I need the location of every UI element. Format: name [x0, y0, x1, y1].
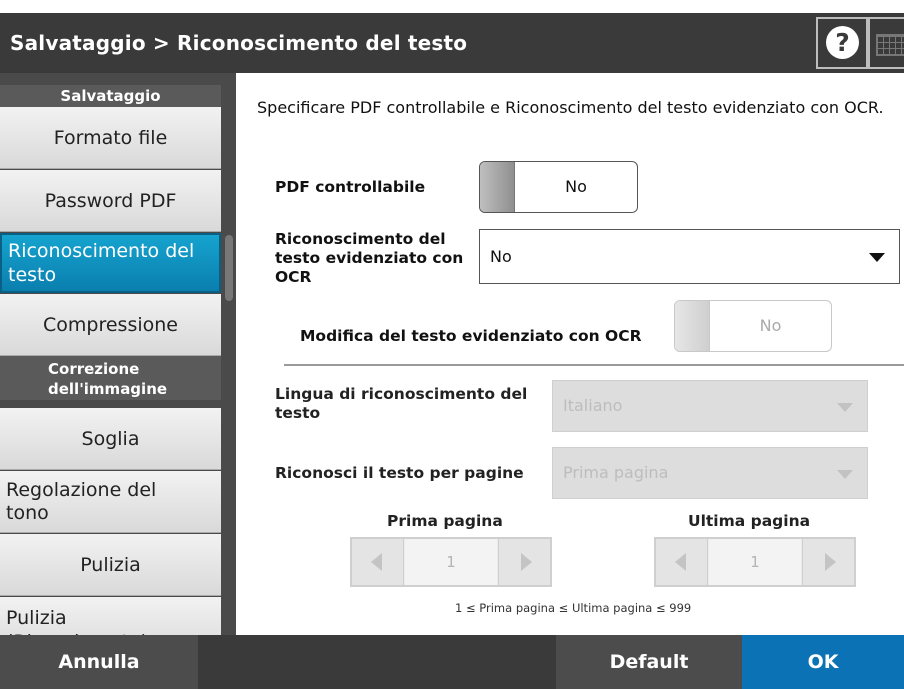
sidebar: Salvataggio Formato file Password PDF Ri… [0, 73, 236, 635]
first-page-value[interactable]: 1 [405, 539, 497, 585]
ocr-highlight-label: Riconoscimento del testo evidenziato con… [275, 230, 464, 286]
first-page-increment-button[interactable] [498, 539, 550, 585]
sidebar-item-riconoscimento-testo[interactable]: Riconoscimento del testo [0, 233, 221, 293]
language-value: Italiano [563, 396, 623, 415]
page-title: Salvataggio > Riconoscimento del testo [10, 31, 468, 55]
last-page-decrement-button[interactable] [656, 539, 708, 585]
language-label: Lingua di riconoscimento del testo [275, 385, 528, 422]
chevron-down-icon [837, 470, 853, 479]
sidebar-item-regolazione-tono[interactable]: Regolazione del tono [0, 471, 221, 533]
pages-mode-select[interactable]: Prima pagina [552, 447, 868, 499]
searchable-pdf-toggle[interactable]: No [479, 161, 638, 213]
title-bar-inner: Salvataggio > Riconoscimento del testo ? [0, 13, 904, 73]
help-button[interactable]: ? [816, 17, 868, 69]
first-page-stepper[interactable]: 1 [350, 537, 552, 587]
toggle-knob [480, 162, 515, 212]
sidebar-item-compressione[interactable]: Compressione [0, 294, 221, 356]
sidebar-scrollbar[interactable] [222, 73, 236, 635]
sidebar-item-password-pdf[interactable]: Password PDF [0, 170, 221, 232]
ocr-edit-toggle[interactable]: No [674, 300, 832, 352]
sidebar-section-correzione: Correzione dell'immagine [0, 356, 221, 400]
ocr-highlight-value: No [490, 247, 512, 266]
arrow-left-icon [675, 553, 686, 571]
sidebar-item-formato-file[interactable]: Formato file [0, 107, 221, 169]
last-page-stepper[interactable]: 1 [654, 537, 856, 587]
section-divider [284, 364, 904, 366]
footer-bar: Annulla Default OK [0, 635, 904, 689]
pages-mode-label: Riconosci il testo per pagine [275, 464, 524, 482]
searchable-pdf-label: PDF controllabile [275, 178, 426, 196]
arrow-left-icon [371, 553, 382, 571]
page-range-note: 1 ≤ Prima pagina ≤ Ultima pagina ≤ 999 [455, 601, 692, 615]
ok-button[interactable]: OK [742, 635, 904, 689]
toggle-knob [675, 301, 710, 351]
first-page-label: Prima pagina [387, 512, 503, 530]
keyboard-button[interactable] [868, 17, 904, 69]
chevron-down-icon [869, 253, 885, 262]
cancel-button[interactable]: Annulla [0, 635, 198, 689]
last-page-label: Ultima pagina [688, 512, 811, 530]
sidebar-section-salvataggio: Salvataggio [0, 85, 221, 107]
sidebar-item-pulizia[interactable]: Pulizia [0, 534, 221, 596]
ocr-edit-value: No [759, 316, 782, 335]
title-bar: Salvataggio > Riconoscimento del testo ? [0, 0, 904, 73]
last-page-value[interactable]: 1 [709, 539, 801, 585]
pages-mode-value: Prima pagina [563, 463, 669, 482]
keyboard-icon [876, 34, 904, 56]
searchable-pdf-value: No [565, 177, 587, 196]
arrow-right-icon [825, 553, 836, 571]
first-page-decrement-button[interactable] [352, 539, 404, 585]
question-circle-icon: ? [826, 26, 859, 59]
ocr-highlight-select[interactable]: No [479, 229, 900, 284]
ocr-edit-label: Modifica del testo evidenziato con OCR [300, 327, 642, 345]
sidebar-item-soglia[interactable]: Soglia [0, 408, 221, 470]
last-page-increment-button[interactable] [802, 539, 854, 585]
language-select[interactable]: Italiano [552, 380, 868, 432]
sidebar-item-pulizia-riempimento[interactable]: Pulizia (Riempimento) [0, 597, 221, 635]
settings-panel: Specificare PDF controllabile e Riconosc… [236, 73, 904, 635]
default-button[interactable]: Default [556, 635, 742, 689]
description-text: Specificare PDF controllabile e Riconosc… [257, 98, 884, 117]
chevron-down-icon [837, 403, 853, 412]
sidebar-scrollbar-thumb[interactable] [225, 235, 233, 301]
arrow-right-icon [521, 553, 532, 571]
